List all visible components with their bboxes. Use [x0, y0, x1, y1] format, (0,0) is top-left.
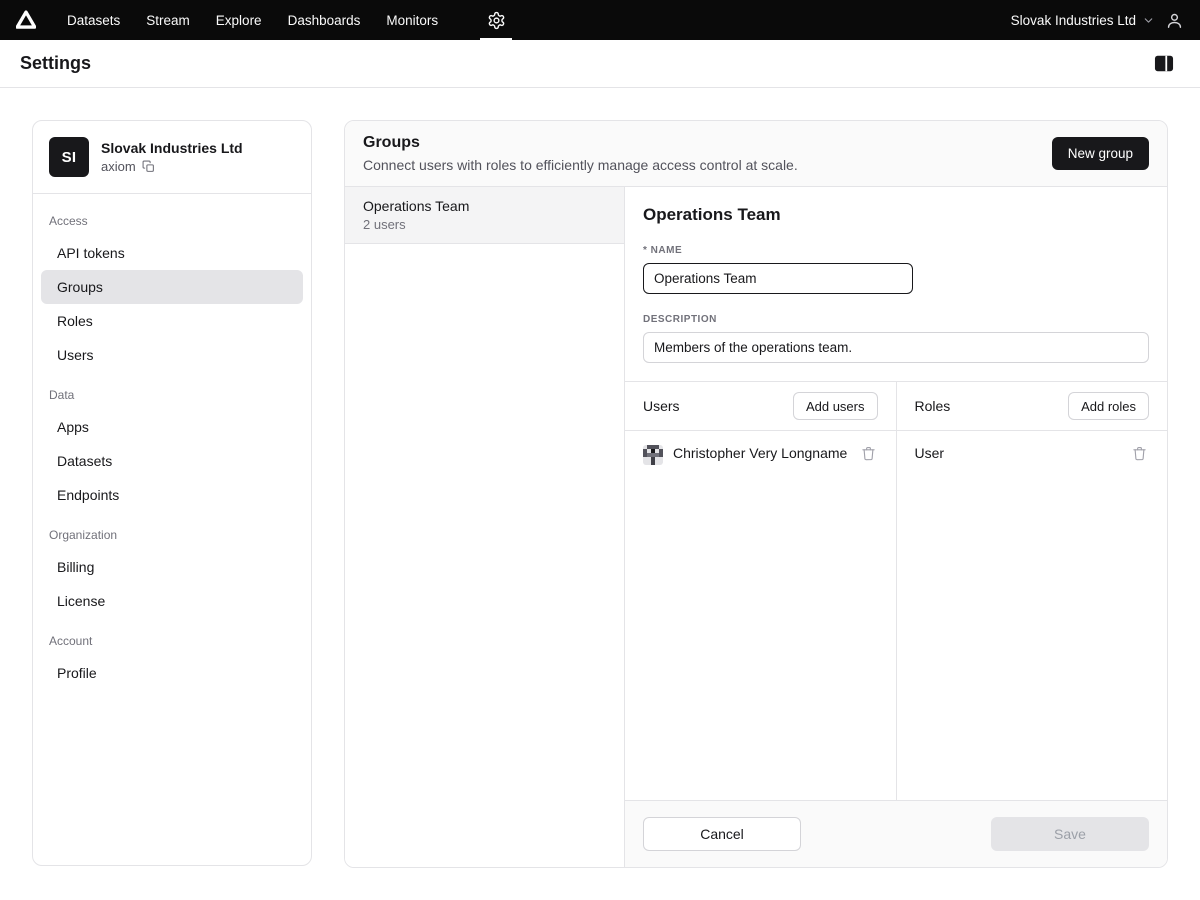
pixel-avatar — [643, 445, 663, 465]
sidebar-item-profile[interactable]: Profile — [41, 656, 303, 690]
groups-header-text: Groups Connect users with roles to effic… — [363, 134, 798, 173]
org-name: Slovak Industries Ltd — [101, 140, 243, 156]
nav-item-explore[interactable]: Explore — [203, 0, 275, 40]
section-label-organization: Organization — [33, 512, 311, 550]
group-list: Operations Team 2 users — [345, 187, 625, 867]
sidebar-item-users[interactable]: Users — [41, 338, 303, 372]
roles-column-header: Roles Add roles — [897, 382, 1168, 431]
new-group-button[interactable]: New group — [1052, 137, 1149, 170]
main-content: SI Slovak Industries Ltd axiom Access AP… — [0, 88, 1200, 900]
group-user-count: 2 users — [363, 217, 606, 232]
groups-body: Operations Team 2 users Operations Team … — [345, 187, 1167, 867]
org-info: Slovak Industries Ltd axiom — [101, 140, 243, 174]
roles-column: Roles Add roles User — [897, 382, 1168, 800]
group-name-input[interactable] — [643, 263, 913, 294]
chevron-down-icon — [1142, 14, 1155, 27]
groups-panel: Groups Connect users with roles to effic… — [344, 120, 1168, 868]
nav-item-stream[interactable]: Stream — [133, 0, 203, 40]
groups-header: Groups Connect users with roles to effic… — [345, 121, 1167, 187]
org-summary: SI Slovak Industries Ltd axiom — [33, 121, 311, 194]
users-column: Users Add users — [625, 382, 897, 800]
save-button[interactable]: Save — [991, 817, 1149, 851]
role-row: User — [897, 431, 1168, 476]
nav-item-datasets[interactable]: Datasets — [54, 0, 133, 40]
nav-item-settings[interactable] — [477, 0, 515, 40]
user-menu-button[interactable] — [1165, 11, 1184, 30]
sidebar-item-roles[interactable]: Roles — [41, 304, 303, 338]
sidebar-item-endpoints[interactable]: Endpoints — [41, 478, 303, 512]
roles-title: Roles — [915, 398, 951, 414]
group-detail-form: Operations Team * NAME DESCRIPTION — [625, 187, 1167, 382]
user-avatar-icon — [1165, 11, 1184, 30]
copy-icon — [142, 160, 155, 173]
section-label-access: Access — [33, 198, 311, 236]
section-label-account: Account — [33, 618, 311, 656]
settings-nav: Access API tokens Groups Roles Users Dat… — [33, 194, 311, 706]
user-name: Christopher Very Longname — [673, 444, 849, 462]
sidebar-item-datasets[interactable]: Datasets — [41, 444, 303, 478]
name-field-label: * NAME — [643, 245, 1149, 256]
trash-icon — [861, 446, 876, 461]
add-users-button[interactable]: Add users — [793, 392, 878, 420]
cancel-button[interactable]: Cancel — [643, 817, 801, 851]
org-slug-row: axiom — [101, 159, 243, 174]
remove-role-button[interactable] — [1130, 444, 1149, 463]
group-name: Operations Team — [363, 198, 606, 214]
users-column-header: Users Add users — [625, 382, 896, 431]
members-columns: Users Add users — [625, 382, 1167, 800]
page-header: Settings — [0, 40, 1200, 88]
org-avatar: SI — [49, 137, 89, 177]
sidebar-item-api-tokens[interactable]: API tokens — [41, 236, 303, 270]
topnav-links: Datasets Stream Explore Dashboards Monit… — [54, 0, 451, 40]
page-title: Settings — [20, 53, 91, 74]
groups-subtitle: Connect users with roles to efficiently … — [363, 157, 798, 173]
sidebar-item-billing[interactable]: Billing — [41, 550, 303, 584]
group-list-item[interactable]: Operations Team 2 users — [345, 187, 624, 244]
role-name: User — [915, 444, 1121, 462]
settings-active-indicator — [480, 38, 512, 41]
org-switcher-label: Slovak Industries Ltd — [1011, 13, 1136, 28]
remove-user-button[interactable] — [859, 444, 878, 463]
org-slug: axiom — [101, 159, 136, 174]
trash-icon — [1132, 446, 1147, 461]
section-label-data: Data — [33, 372, 311, 410]
axiom-logo[interactable] — [16, 0, 36, 40]
sidebar-item-license[interactable]: License — [41, 584, 303, 618]
settings-sidebar: SI Slovak Industries Ltd axiom Access AP… — [32, 120, 312, 866]
sidebar-item-groups[interactable]: Groups — [41, 270, 303, 304]
pixel-avatar-art — [643, 445, 663, 465]
description-field-label: DESCRIPTION — [643, 314, 1149, 325]
axiom-logo-icon — [16, 10, 36, 30]
users-title: Users — [643, 398, 680, 414]
nav-item-monitors[interactable]: Monitors — [373, 0, 451, 40]
panel-toggle-icon — [1153, 54, 1175, 73]
sidebar-item-apps[interactable]: Apps — [41, 410, 303, 444]
user-row: Christopher Very Longname — [625, 431, 896, 478]
topnav-right: Slovak Industries Ltd — [1011, 0, 1184, 40]
panel-toggle-button[interactable] — [1148, 48, 1180, 80]
copy-org-id-button[interactable] — [142, 160, 155, 173]
add-roles-button[interactable]: Add roles — [1068, 392, 1149, 420]
groups-title: Groups — [363, 134, 798, 152]
detail-footer: Cancel Save — [625, 800, 1167, 867]
group-detail-title: Operations Team — [643, 205, 1149, 225]
gear-icon — [487, 11, 506, 30]
group-description-input[interactable] — [643, 332, 1149, 363]
org-switcher[interactable]: Slovak Industries Ltd — [1011, 13, 1155, 28]
top-navigation: Datasets Stream Explore Dashboards Monit… — [0, 0, 1200, 40]
group-detail: Operations Team * NAME DESCRIPTION Users… — [625, 187, 1167, 867]
nav-item-dashboards[interactable]: Dashboards — [275, 0, 374, 40]
